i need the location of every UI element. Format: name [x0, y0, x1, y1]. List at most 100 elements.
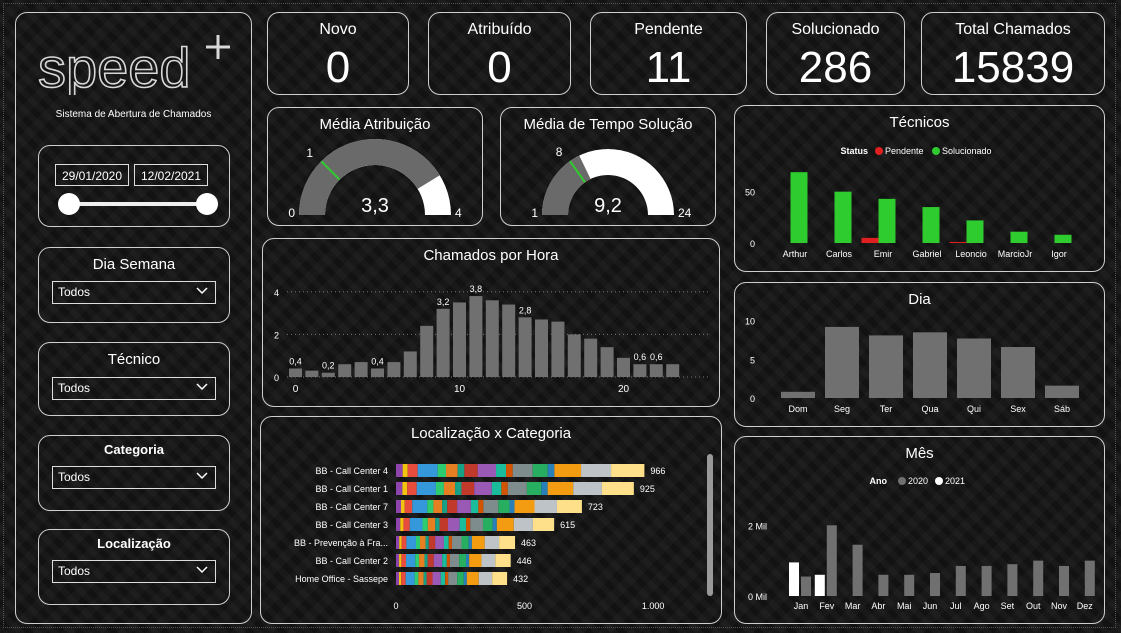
- row-label: Home Office - Sassepe: [295, 574, 388, 584]
- category-segment: [554, 464, 582, 477]
- localizacao-value: Todos: [58, 564, 91, 578]
- category-segment: [417, 464, 438, 477]
- bar-solucionado: [790, 172, 808, 243]
- date-to-input[interactable]: 12/02/2021: [134, 164, 208, 186]
- bar-2020: [930, 573, 940, 596]
- category-segment: [433, 554, 443, 567]
- x-tick-label: Fev: [819, 601, 835, 611]
- bar-solucionado: [878, 198, 896, 243]
- x-tick-label: Leoncio: [955, 249, 987, 259]
- category-segment: [491, 482, 502, 495]
- kpi-value: 0: [487, 43, 512, 92]
- category-segment: [448, 536, 452, 549]
- category-segment: [415, 554, 420, 567]
- category-segment: [412, 500, 428, 513]
- hour-bar: [502, 304, 516, 377]
- category-segment: [499, 536, 516, 549]
- category-segment: [534, 500, 557, 513]
- bar-2020: [801, 576, 811, 596]
- scrollbar[interactable]: [707, 454, 713, 596]
- category-segment: [400, 518, 404, 531]
- hour-bar-chart: 0 2 4 0,4 0,2 0,4 3,2 3,8 2,8 0,6 0,6 0 10 20: [274, 284, 711, 395]
- x-tick-label: 10: [454, 384, 466, 395]
- category-segment: [457, 500, 471, 513]
- category-segment: [581, 464, 612, 477]
- dia-bar: [825, 326, 859, 398]
- x-tick-label: Sex: [1010, 404, 1026, 414]
- tecnico-dropdown[interactable]: Todos: [52, 377, 216, 400]
- category-segment: [446, 464, 458, 477]
- date-slider-end-handle[interactable]: [196, 193, 218, 215]
- kpi-label: Novo: [319, 21, 357, 38]
- y-tick-label: 10: [745, 317, 755, 327]
- localizacao-dropdown[interactable]: Todos: [52, 560, 216, 583]
- category-segment: [451, 536, 462, 549]
- category-segment: [457, 572, 464, 585]
- legend-title: Status: [840, 146, 868, 156]
- bar-pendente: [861, 237, 879, 243]
- kpi-value: 15839: [951, 43, 1075, 92]
- gauge-media-atribuicao: Média Atribuição 0 4 3,3 1: [267, 107, 483, 226]
- category-segment: [478, 572, 493, 585]
- hour-bar: [305, 370, 319, 377]
- category-segment: [406, 536, 416, 549]
- data-label: 0,4: [371, 356, 384, 366]
- chart-chamados-por-hora: Chamados por Hora 0 2 4 0,4 0,2 0,4 3,2 3,8 2,8 0…: [262, 238, 720, 407]
- mes-bar-chart: Ano 2020 2021 0 Mil 2 Mil Jan Fev Mar Abr Mai Jun J…: [748, 476, 1095, 611]
- category-segment: [401, 536, 407, 549]
- dia-bar: [869, 335, 903, 398]
- category-segment: [501, 482, 508, 495]
- legend-label: Pendente: [885, 146, 924, 156]
- category-segment: [507, 482, 527, 495]
- dia-bar-chart: 0 5 10 Dom Seg Ter Qua Qui Sex Sáb: [745, 317, 1079, 414]
- date-slider-start-handle[interactable]: [58, 193, 80, 215]
- chart-mes: Mês Ano 2020 2021 0 Mil 2 Mil Jan Fev Mar Abr Mai…: [734, 436, 1105, 624]
- category-segment: [398, 572, 402, 585]
- x-tick-label: MarcioJr: [998, 249, 1033, 259]
- bar-2021: [814, 574, 825, 596]
- category-segment: [447, 500, 458, 513]
- filter-sidebar: speed Sistema de Abertura de Chamados 29…: [15, 12, 252, 624]
- category-segment: [464, 464, 478, 477]
- category-segment: [532, 464, 548, 477]
- x-tick-label: Jun: [923, 601, 938, 611]
- category-segment: [437, 464, 447, 477]
- category-segment: [498, 500, 510, 513]
- dia-bar: [1045, 385, 1079, 398]
- total-label: 463: [521, 538, 536, 548]
- categoria-filter: Categoria Todos: [38, 435, 230, 511]
- kpi-atribuido: Atribuído 0: [428, 12, 571, 95]
- dia-semana-dropdown[interactable]: Todos: [52, 281, 216, 304]
- category-segment: [492, 572, 508, 585]
- x-tick-label: Mar: [845, 601, 861, 611]
- legend-marker: [875, 147, 883, 155]
- data-label: 2,8: [519, 305, 532, 315]
- bar-2020: [904, 574, 915, 596]
- category-segment: [474, 482, 492, 495]
- chart-dia: Dia 0 5 10 Dom Seg Ter Qua Qui Sex Sáb: [734, 282, 1105, 427]
- kpi-label: Solucionado: [791, 21, 880, 38]
- category-segment: [468, 536, 472, 549]
- gauge-chart: 1 24 9,2 8: [531, 145, 691, 220]
- category-segment: [401, 554, 407, 567]
- x-tick-label: Ter: [880, 404, 893, 414]
- legend-marker: [935, 477, 943, 485]
- category-segment: [514, 500, 535, 513]
- hour-bar: [633, 364, 647, 377]
- row-label: BB - Call Center 1: [315, 484, 388, 494]
- category-segment: [445, 572, 449, 585]
- y-tick-label: 0: [274, 373, 279, 383]
- category-segment: [406, 554, 416, 567]
- hour-bar: [420, 325, 434, 377]
- bar-solucionado: [1054, 234, 1072, 243]
- total-label: 615: [560, 520, 575, 530]
- y-tick-label: 0: [750, 239, 755, 249]
- y-tick-label: 50: [745, 188, 755, 198]
- total-label: 723: [588, 502, 603, 512]
- category-segment: [442, 554, 447, 567]
- categoria-dropdown[interactable]: Todos: [52, 466, 216, 489]
- category-segment: [396, 554, 400, 567]
- date-from-input[interactable]: 29/01/2020: [55, 164, 129, 186]
- bar-pendente: [949, 241, 967, 243]
- category-segment: [404, 500, 413, 513]
